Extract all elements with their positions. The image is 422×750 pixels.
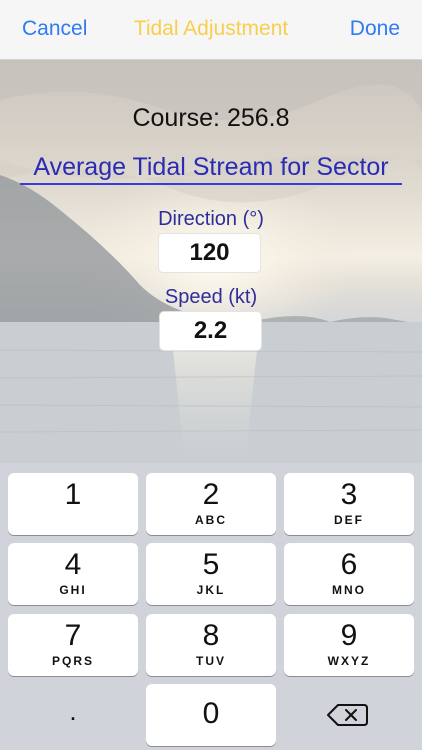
key-3[interactable]: 3 DEF	[284, 473, 414, 535]
course-readout: Course: 256.8	[132, 104, 290, 132]
direction-field[interactable]: 120	[158, 233, 261, 273]
key-digit: 4	[64, 548, 82, 581]
key-digit: .	[69, 696, 77, 726]
key-letters: DEF	[334, 513, 364, 527]
key-6[interactable]: 6 MNO	[284, 543, 414, 605]
key-letters: ABC	[195, 513, 227, 527]
key-8[interactable]: 8 TUV	[146, 614, 276, 676]
speed-field[interactable]: 2.2	[159, 311, 262, 351]
backspace-icon	[327, 704, 368, 726]
key-digit: 7	[64, 619, 82, 652]
key-9[interactable]: 9 WXYZ	[284, 614, 414, 676]
navigation-bar: Cancel Tidal Adjustment Done	[0, 0, 422, 60]
done-button[interactable]: Done	[350, 17, 400, 41]
key-4[interactable]: 4 GHI	[8, 543, 138, 605]
speed-label: Speed (kt)	[164, 286, 258, 308]
key-digit: 9	[340, 619, 358, 652]
key-digit: 6	[340, 548, 358, 581]
key-digit: 3	[340, 478, 358, 511]
key-digit: 5	[202, 548, 220, 581]
direction-label: Direction (°)	[158, 208, 264, 230]
key-letters: MNO	[332, 583, 366, 597]
key-letters: GHI	[59, 583, 87, 597]
key-letters: JKL	[196, 583, 226, 597]
numeric-keypad: 1 2 ABC 3 DEF 4 GHI 5 JKL 6 MNO 7 PQRS 8…	[0, 463, 422, 750]
key-0[interactable]: 0	[146, 684, 276, 746]
key-1[interactable]: 1	[8, 473, 138, 535]
key-digit: 1	[64, 478, 82, 511]
key-letters: TUV	[196, 654, 226, 668]
key-5[interactable]: 5 JKL	[146, 543, 276, 605]
key-7[interactable]: 7 PQRS	[8, 614, 138, 676]
key-letters: PQRS	[51, 654, 94, 668]
delete-key[interactable]	[284, 684, 414, 746]
key-letters: WXYZ	[327, 654, 371, 668]
key-digit: 8	[202, 619, 220, 652]
key-2[interactable]: 2 ABC	[146, 473, 276, 535]
key-digit: 2	[202, 478, 220, 511]
sector-title-input[interactable]: Average Tidal Stream for Sector	[20, 151, 402, 185]
key-digit: 0	[202, 697, 220, 730]
key-decimal[interactable]: .	[8, 684, 138, 746]
